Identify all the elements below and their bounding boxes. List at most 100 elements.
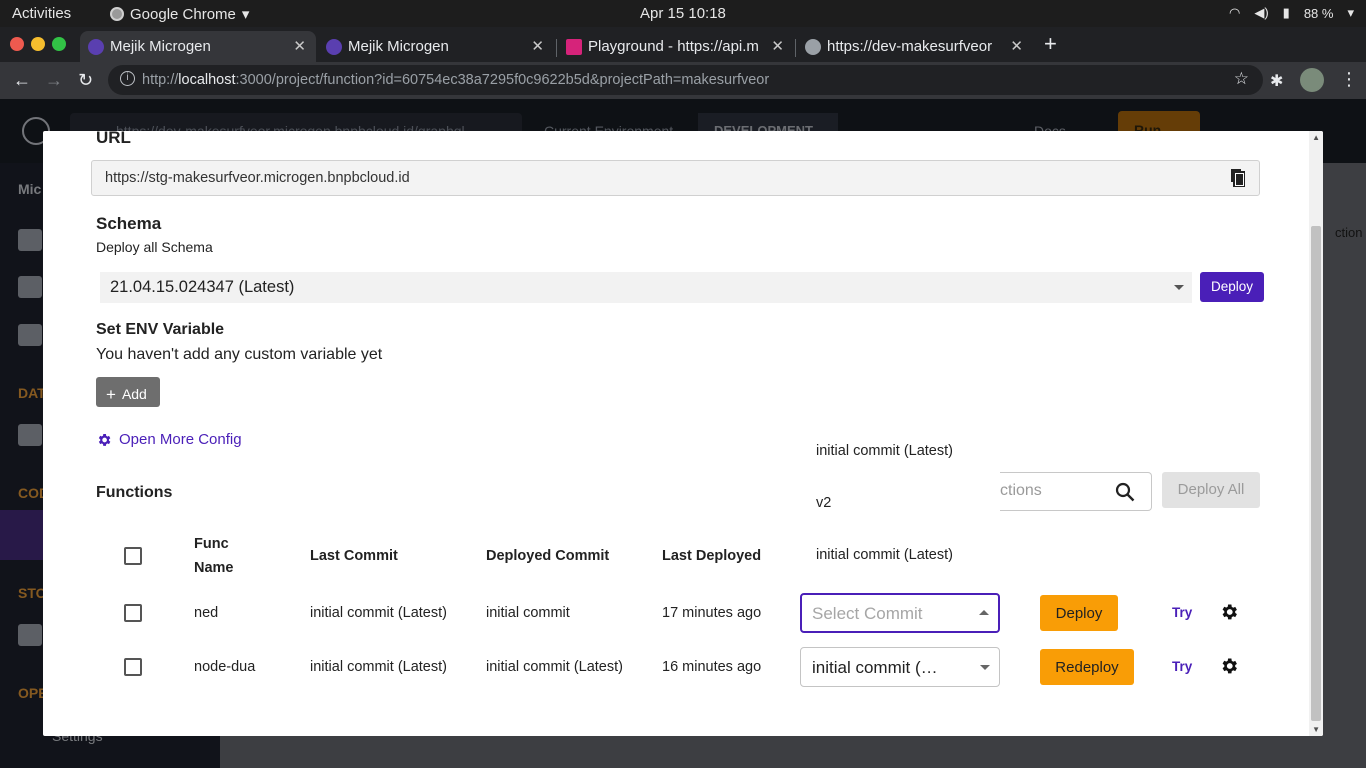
search-placeholder: ctions [1000,482,1042,499]
wifi-icon: ◠ [1229,5,1241,20]
forward-arrow-icon[interactable]: → [45,70,63,91]
caret-down-icon [1174,285,1184,290]
add-env-button[interactable]: + Add [96,377,160,407]
row-checkbox[interactable] [124,658,142,676]
dropdown-option[interactable]: initial commit (Latest) [816,443,953,459]
copy-icon[interactable] [1231,169,1245,187]
url-value: https://stg-makesurfveor.microgen.bnpbcl… [105,170,410,186]
back-arrow-icon[interactable]: ← [13,70,31,91]
os-top-bar: Activities Google Chrome ▾ Apr 15 10:18 … [0,0,1366,27]
tab-strip: Mejik Microgen ✕ Mejik Microgen ✕ Playgr… [0,27,1366,62]
chevron-down-icon: ▾ [1347,5,1354,20]
volume-icon: ◀) [1254,5,1269,20]
globe-icon [805,39,821,55]
url-title: URL [96,131,131,147]
address-url: http://localhost:3000/project/function?i… [142,72,770,88]
scroll-down-arrow-icon[interactable]: ▼ [1312,725,1320,734]
battery-percent: 88 % [1303,5,1334,21]
try-link[interactable]: Try [1172,659,1192,674]
commit-select[interactable]: initial commit (… [800,647,1000,687]
tab-mejik-microgen-2[interactable]: Mejik Microgen ✕ [318,31,554,62]
schema-selected-value: 21.04.15.024347 (Latest) [110,278,295,296]
func-name: ned [194,605,219,621]
func-name-header: Func Name [194,536,234,576]
url-field[interactable]: https://stg-makesurfveor.microgen.bnpbcl… [91,160,1260,196]
tab-dev-makesurfveor[interactable]: https://dev-makesurfveor ✕ [797,31,1033,62]
redeploy-function-button[interactable]: Redeploy [1040,649,1134,685]
extensions-puzzle-icon[interactable]: ✱ [1270,71,1283,91]
caret-up-icon [979,610,989,615]
scrollbar-thumb[interactable] [1311,226,1321,721]
modal-scrollbar[interactable]: ▲ ▼ [1309,131,1323,736]
kebab-menu-icon[interactable]: ⋮ [1340,69,1358,90]
app-menu[interactable]: Google Chrome ▾ [110,5,249,23]
gear-icon [98,433,111,446]
tab-mejik-microgen-1[interactable]: Mejik Microgen ✕ [80,31,316,62]
battery-icon: ▮ [1282,5,1290,20]
gear-icon[interactable] [1219,656,1239,676]
address-bar[interactable]: i http://localhost:3000/project/function… [108,65,1263,95]
plus-icon: + [106,385,116,404]
bookmark-star-icon[interactable]: ☆ [1234,69,1249,89]
window-maximize-button[interactable] [52,37,66,51]
deploy-schema-button[interactable]: Deploy [1200,272,1264,302]
func-name: node-dua [194,659,256,675]
last-deployed: 16 minutes ago [662,659,762,675]
tab-title: Mejik Microgen [348,38,449,55]
row-checkbox[interactable] [124,604,142,622]
search-icon[interactable] [1115,482,1135,502]
chrome-icon [110,7,124,21]
last-deployed-header: Last Deployed [662,548,762,564]
app-menu-label: Google Chrome [130,5,236,23]
close-icon[interactable]: ✕ [293,37,306,55]
functions-title: Functions [96,484,173,501]
env-title: Set ENV Variable [96,321,225,338]
reload-icon[interactable]: ↻ [78,70,93,91]
close-icon[interactable]: ✕ [771,37,784,55]
deploy-all-button[interactable]: Deploy All [1162,472,1260,508]
window-close-button[interactable] [10,37,24,51]
avatar[interactable] [1300,68,1324,92]
functions-search-input[interactable]: ctions [1000,472,1152,511]
commit-dropdown-menu: initial commit (Latest) v2 initial commi… [800,422,1000,573]
chevron-down-icon: ▾ [241,6,250,23]
commit-select-value: Select Commit [812,604,923,623]
last-commit: initial commit (Latest) [310,605,447,621]
select-all-checkbox[interactable] [124,547,142,565]
close-icon[interactable]: ✕ [531,37,544,55]
deployed-commit-header: Deployed Commit [486,548,610,564]
navigation-bar: ← → ↻ i http://localhost:3000/project/fu… [0,62,1366,99]
open-more-config-link[interactable]: Open More Config [96,431,242,448]
tab-divider [556,39,557,57]
caret-down-icon [980,665,990,670]
close-icon[interactable]: ✕ [1010,37,1023,55]
window-minimize-button[interactable] [31,37,45,51]
mejik-favicon-icon [326,39,342,55]
dropdown-option[interactable]: initial commit (Latest) [816,547,953,563]
mejik-favicon-icon [88,39,104,55]
deploy-function-button[interactable]: Deploy [1040,595,1118,631]
tab-divider [795,39,796,57]
activities-button[interactable]: Activities [12,5,71,22]
deployed-commit: initial commit [486,605,570,621]
new-tab-button[interactable]: + [1044,31,1057,57]
info-icon[interactable]: i [120,71,135,86]
schema-title: Schema [96,214,162,233]
scroll-up-arrow-icon[interactable]: ▲ [1312,133,1320,142]
gear-icon[interactable] [1219,602,1239,622]
commit-select-value: initial commit (… [812,658,938,677]
tab-title: https://dev-makesurfveor [827,38,993,55]
more-config-label: Open More Config [119,431,242,448]
clock[interactable]: Apr 15 10:18 [640,5,726,22]
last-commit: initial commit (Latest) [310,659,447,675]
schema-version-select[interactable]: 21.04.15.024347 (Latest) [100,272,1192,303]
tab-playground[interactable]: Playground - https://api.m ✕ [558,31,794,62]
tab-title: Mejik Microgen [110,38,211,55]
add-label: Add [121,386,147,402]
last-deployed: 17 minutes ago [662,605,762,621]
try-link[interactable]: Try [1172,605,1192,620]
commit-select[interactable]: Select Commit [800,593,1000,633]
dropdown-option[interactable]: v2 [816,495,831,511]
graphql-favicon-icon [566,39,582,55]
system-tray[interactable]: ◠ ◀) ▮ 88 % ▾ [1229,5,1354,21]
